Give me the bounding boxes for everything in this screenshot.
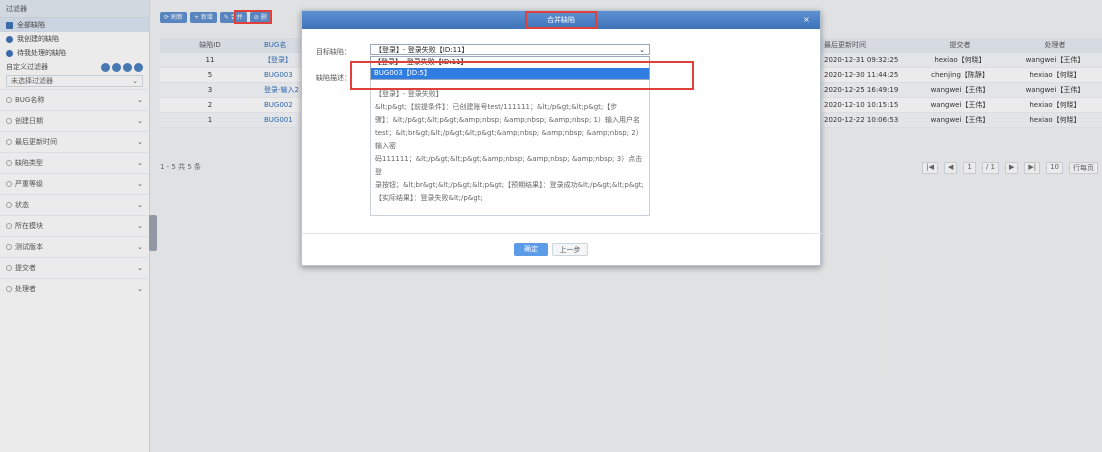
dialog-title: 合并缺陷: [525, 11, 597, 29]
description-line: 码111111；&lt;/p&gt;&lt;p&gt;&amp;nbsp; &a…: [375, 155, 643, 176]
close-icon[interactable]: ×: [801, 14, 812, 25]
target-bug-dropdown: 【登录】- 登录失败【ID:11】 BUG003【ID:5】: [370, 56, 650, 80]
description-line: 骤】：&lt;/p&gt;&lt;p&gt;&amp;nbsp; &amp;nb…: [375, 116, 640, 124]
merge-bug-dialog: 合并缺陷 × 目标缺陷： 缺陷描述： 【登录】- 登录失败【ID:11】 ⌄ 【…: [301, 10, 822, 266]
bug-desc-label: 缺陷描述：: [316, 74, 351, 82]
description-line: 【登录】- 登录失败】: [375, 90, 443, 98]
target-bug-select-value: 【登录】- 登录失败【ID:11】: [375, 45, 469, 54]
dropdown-option-selected[interactable]: BUG003【ID:5】: [371, 68, 649, 79]
description-line: test；&lt;br&gt;&lt;/p&gt;&lt;p&gt;&amp;n…: [375, 129, 643, 150]
dialog-footer-divider: [302, 233, 822, 234]
confirm-button[interactable]: 确定: [514, 243, 548, 256]
dropdown-option[interactable]: 【登录】- 登录失败【ID:11】: [371, 57, 649, 68]
description-line: 录按钮；&lt;br&gt;&lt;/p&gt;&lt;p&gt;【预期结果】：…: [375, 181, 644, 189]
description-line: &lt;p&gt;【前提条件】：已创建账号test/111111；&lt;/p&…: [375, 103, 618, 111]
target-bug-select[interactable]: 【登录】- 登录失败【ID:11】 ⌄: [370, 44, 650, 55]
target-bug-label: 目标缺陷：: [316, 48, 351, 56]
dialog-header: 合并缺陷 ×: [302, 11, 820, 29]
description-line: 【实际结果】：登录失败&lt;/p&gt;: [375, 194, 483, 202]
highlight-merge-button: [234, 10, 272, 24]
bug-description: 【登录】- 登录失败】 &lt;p&gt;【前提条件】：已创建账号test/111…: [370, 79, 650, 216]
previous-step-button[interactable]: 上一步: [552, 243, 588, 256]
chevron-down-icon: ⌄: [639, 45, 645, 54]
